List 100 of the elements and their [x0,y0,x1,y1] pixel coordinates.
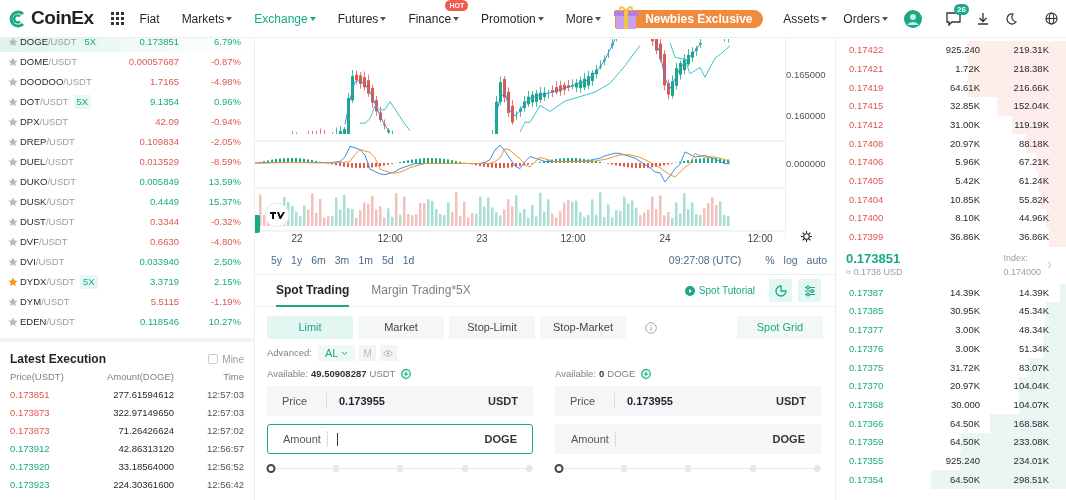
star-icon[interactable] [8,317,18,327]
market-row[interactable]: DUST/USDT 0.3344 -0.32% [0,212,254,232]
order-amount: 5.96K [955,155,980,170]
market-row[interactable]: DVI/USDT 0.033940 2.50% [0,252,254,272]
market-row[interactable]: DUKO/USDT 0.005849 13.59% [0,172,254,192]
axis-label: 23 [476,232,488,246]
order-total: 83.07K [1018,360,1049,375]
order-price: 0.17385 [849,305,884,317]
price-field[interactable]: Price 0.173955 USDT [267,386,533,416]
range-button[interactable]: 3m [334,253,350,269]
price-text: 0.6630 [149,234,179,249]
star-icon[interactable] [8,277,18,287]
apps-grid-icon[interactable] [110,12,124,25]
range-button[interactable]: 1y [291,253,303,269]
pie-chart-icon [774,284,787,297]
settings-button[interactable] [798,279,821,302]
nav-link[interactable]: Markets [181,9,233,28]
chevron-right-icon[interactable] [1047,261,1052,270]
nav-link[interactable]: Futures [337,9,387,28]
order-amount: 3.00K [955,323,980,338]
slider-thumb[interactable] [266,464,276,473]
scale-option[interactable]: auto [806,253,827,269]
scale-option[interactable]: log [783,253,798,269]
download-icon[interactable] [977,12,989,25]
visibility-button[interactable] [379,345,397,361]
order-total: 233.08K [1013,435,1049,450]
market-row[interactable]: DUEL/USDT 0.013529 -8.59% [0,152,254,172]
market-row[interactable]: DYDX/USDT 5X 3.3719 2.15% [0,272,254,292]
range-button[interactable]: 5y [271,253,283,269]
star-icon[interactable] [8,97,18,107]
available-unit: USDT [369,366,396,381]
market-row[interactable]: DPX/USDT 42.09 -0.94% [0,112,254,132]
range-button[interactable]: 1d [402,253,415,269]
order-amount: 30.95K [949,304,980,319]
clock-text: 09:27:08 (UTC) [668,253,742,268]
order-total: 67.21K [1018,155,1049,170]
pair-name: DUKO/USDT [20,174,76,189]
star-icon[interactable] [8,257,18,267]
star-icon[interactable] [8,297,18,307]
nav-link[interactable]: Orders [843,9,888,28]
nav-link[interactable]: More [565,9,602,28]
market-row[interactable]: DOT/USDT 5X 9.1354 0.96% [0,92,254,112]
nav-link[interactable]: Fiat [139,9,160,28]
panel-title: Latest Execution [10,351,107,368]
range-button[interactable]: 1m [358,253,373,269]
star-icon[interactable] [8,38,18,47]
star-icon[interactable] [8,197,18,207]
nav-link[interactable]: Assets [783,9,828,28]
order-amount: 925.240 [945,453,980,468]
add-icon[interactable] [641,369,652,379]
star-icon[interactable] [8,77,18,87]
trade-tab[interactable]: Spot Trading [276,274,350,307]
slider-thumb[interactable] [554,464,564,473]
message-icon[interactable] [946,11,961,26]
market-row[interactable]: DUSK/USDT 0.4449 15.37% [0,192,254,212]
order-price: 0.17421 [849,62,884,74]
amount-field[interactable]: Amount DOGE [555,424,821,454]
index-value: 0.174000 [1003,266,1041,280]
add-icon[interactable] [401,369,412,379]
order-type-button[interactable]: Stop-Limit [449,316,535,339]
nav-link[interactable]: Promotion [481,9,544,28]
star-icon[interactable] [8,177,18,187]
change-text: 10.27% [208,314,241,329]
amount-field[interactable]: Amount DOGE [267,424,533,454]
execution-time: 12:57:03 [206,405,244,420]
market-row[interactable]: DVF/USDT 0.6630 -4.80% [0,232,254,252]
star-icon[interactable] [8,217,18,227]
star-icon[interactable] [8,237,18,247]
range-button[interactable]: 5d [381,253,394,269]
market-row[interactable]: DOODOO/USDT 1.7165 -4.98% [0,72,254,92]
globe-icon[interactable] [1045,12,1058,25]
avatar-icon[interactable] [904,9,922,28]
star-icon[interactable] [8,57,18,67]
eye-icon [383,349,394,357]
axis-label: 12:00 [747,232,773,246]
settings-icon[interactable] [801,231,812,242]
market-row[interactable]: DREP/USDT 0.109834 -2.05% [0,132,254,152]
star-icon[interactable] [8,157,18,167]
price-field[interactable]: Price 0.173955 USDT [555,386,821,416]
nav-link[interactable]: Finance [408,9,460,28]
order-type-button[interactable]: Stop-Market [540,316,626,339]
chart-view-button[interactable] [769,279,792,302]
info-icon[interactable] [645,321,657,334]
moon-icon[interactable] [1005,12,1017,25]
axis-label: 12:00 [560,232,586,246]
order-price: 0.17405 [849,175,884,187]
order-price: 0.17354 [849,473,884,485]
trade-tab[interactable]: Margin Trading*5X [371,274,471,307]
price-text: 3.3719 [149,274,179,289]
market-row[interactable]: DYM/USDT 5.5115 -1.19% [0,292,254,312]
range-button[interactable]: 6m [311,253,326,269]
order-price: 0.17366 [849,417,884,429]
order-amount: 30.000 [950,397,980,412]
star-icon[interactable] [8,137,18,147]
order-type-button[interactable]: Market [358,316,444,339]
market-row[interactable]: DOME/USDT 0.00057687 -0.87% [0,52,254,72]
market-row[interactable]: EDEN/USDT 0.118546 10.27% [0,312,254,332]
star-icon[interactable] [8,117,18,127]
scale-option[interactable]: % [765,253,775,269]
panel-toggle-handle[interactable] [255,215,260,233]
